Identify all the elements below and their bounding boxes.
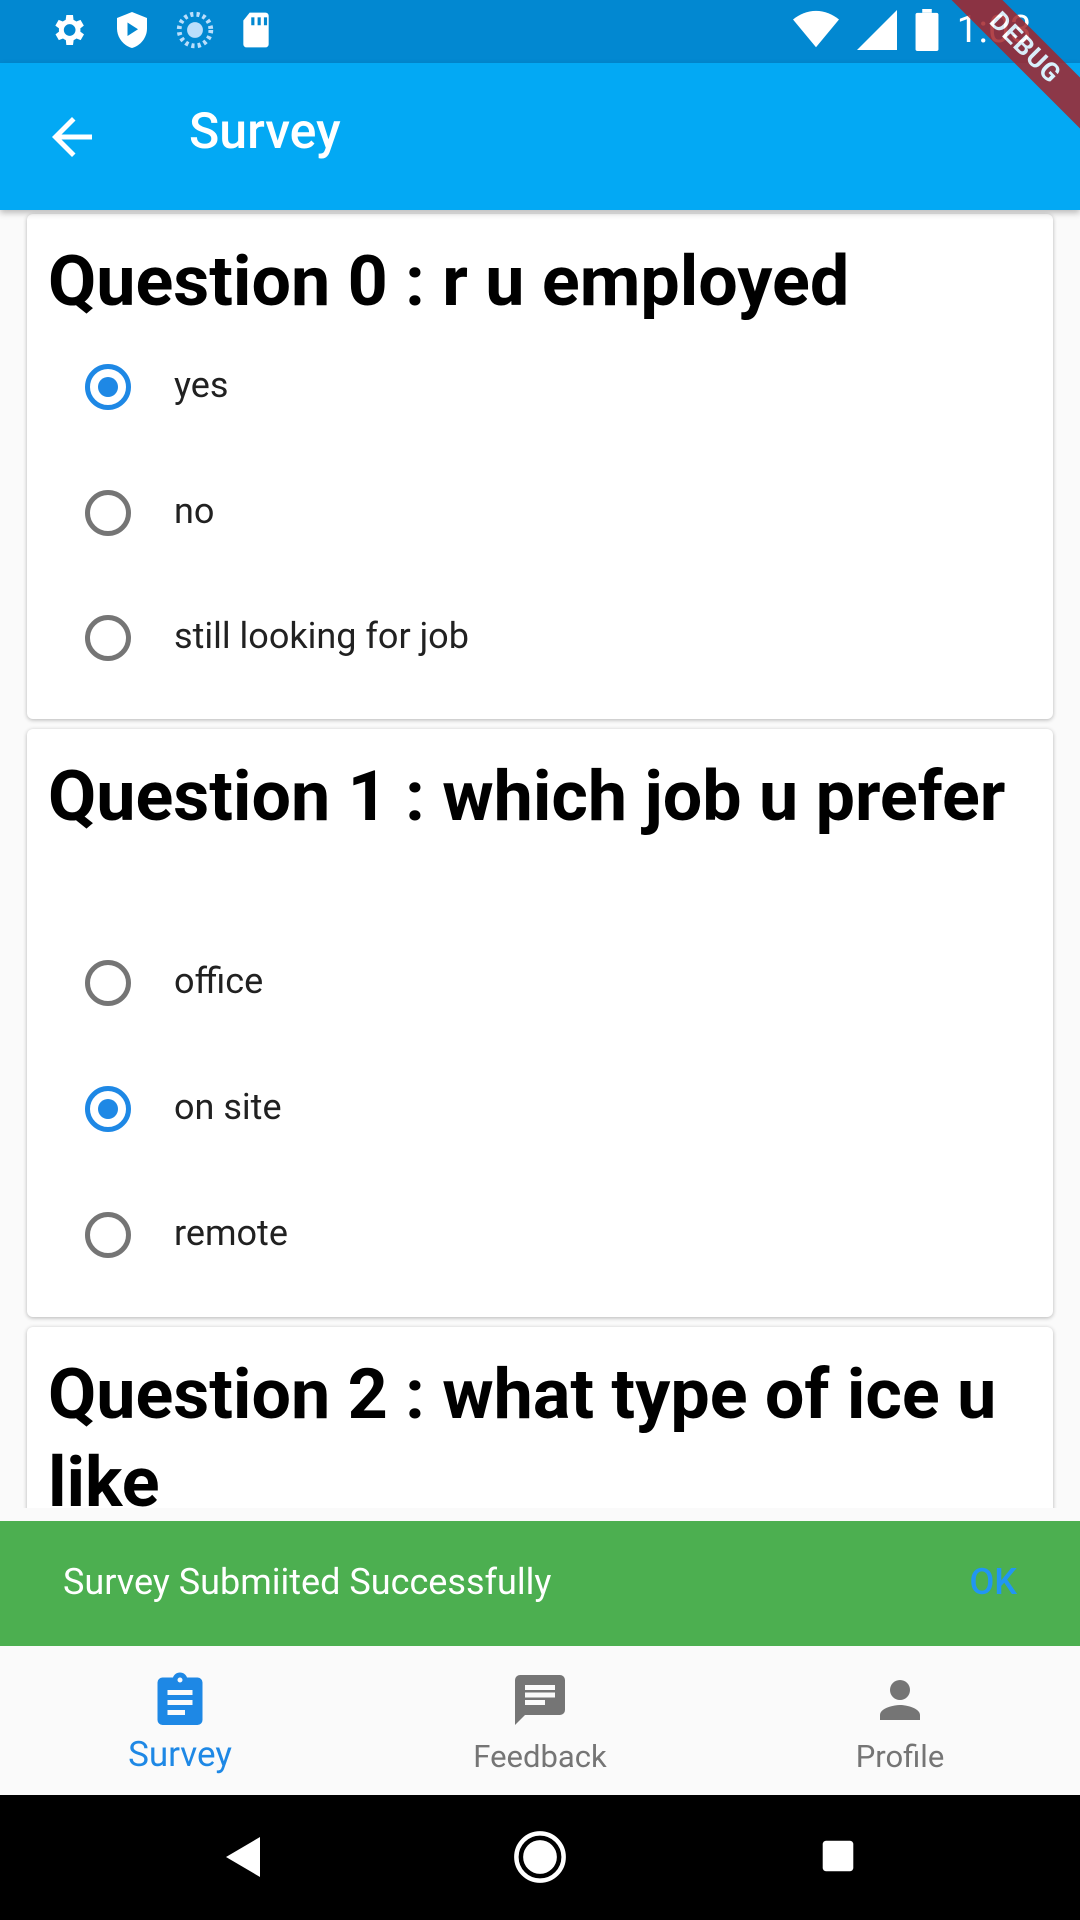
status-bar: 1:03: [0, 0, 1080, 63]
sd-card-icon: [243, 12, 269, 48]
battery-icon: [915, 9, 939, 51]
option-still-looking[interactable]: still looking for job: [27, 588, 1053, 688]
radio-button[interactable]: [85, 490, 131, 536]
option-label: no: [174, 490, 215, 532]
question-card-1: Question 1 : which job u prefer office o…: [27, 729, 1053, 1317]
clipboard-icon: [157, 1672, 203, 1725]
arrow-back-icon[interactable]: [42, 107, 102, 167]
survey-list[interactable]: Question 0 : r u employed yes no still l…: [0, 210, 1080, 1508]
system-navigation-bar: [0, 1795, 1080, 1920]
snackbar-ok-button[interactable]: OK: [969, 1561, 1017, 1603]
sync-icon: [176, 11, 214, 49]
option-label: on site: [174, 1086, 282, 1128]
nav-label: Profile: [855, 1738, 945, 1775]
radio-button[interactable]: [85, 364, 131, 410]
bottom-navigation: Survey Feedback Profile: [0, 1646, 1080, 1795]
recents-square-icon[interactable]: [821, 1839, 855, 1873]
nav-item-profile[interactable]: Profile: [720, 1646, 1080, 1795]
question-title: Question 0 : r u employed: [48, 241, 850, 323]
option-remote[interactable]: remote: [27, 1185, 1053, 1285]
person-icon: [880, 1680, 920, 1720]
home-circle-icon[interactable]: [513, 1830, 567, 1884]
option-office[interactable]: office: [27, 933, 1053, 1033]
nav-item-feedback[interactable]: Feedback: [360, 1646, 720, 1795]
page-title: Survey: [189, 103, 341, 161]
app-bar: Survey: [0, 63, 1080, 210]
option-no[interactable]: no: [27, 463, 1053, 563]
wifi-icon: [792, 10, 839, 48]
settings-icon: [55, 15, 84, 45]
radio-button[interactable]: [85, 615, 131, 661]
radio-button[interactable]: [85, 960, 131, 1006]
nav-label: Survey: [128, 1734, 232, 1775]
shield-icon: [117, 12, 147, 48]
option-label: remote: [174, 1212, 288, 1254]
nav-item-survey[interactable]: Survey: [0, 1646, 360, 1795]
message-icon: [515, 1675, 565, 1725]
question-title: Question 1 : which job u prefer: [48, 756, 1006, 838]
option-label: office: [174, 960, 264, 1002]
radio-button[interactable]: [85, 1212, 131, 1258]
option-on-site[interactable]: on site: [27, 1059, 1053, 1159]
snackbar: Survey Submiited Successfully OK: [0, 1521, 1080, 1646]
snackbar-message: Survey Submiited Successfully: [63, 1561, 552, 1603]
question-card-0: Question 0 : r u employed yes no still l…: [27, 214, 1053, 719]
option-yes[interactable]: yes: [27, 337, 1053, 437]
option-label: still looking for job: [174, 615, 469, 657]
status-icons-left: [48, 10, 272, 50]
question-title: Question 2 : what type of ice u like: [48, 1354, 997, 1508]
radio-button[interactable]: [85, 1086, 131, 1132]
signal-icon: [856, 10, 897, 50]
screen: 1:03 DEBUG Survey Question 0 : r u emplo…: [0, 0, 1080, 1920]
question-card-2: Question 2 : what type of ice u like: [27, 1327, 1053, 1508]
back-triangle-icon[interactable]: [224, 1835, 264, 1879]
nav-label: Feedback: [473, 1738, 607, 1775]
option-label: yes: [174, 364, 229, 406]
